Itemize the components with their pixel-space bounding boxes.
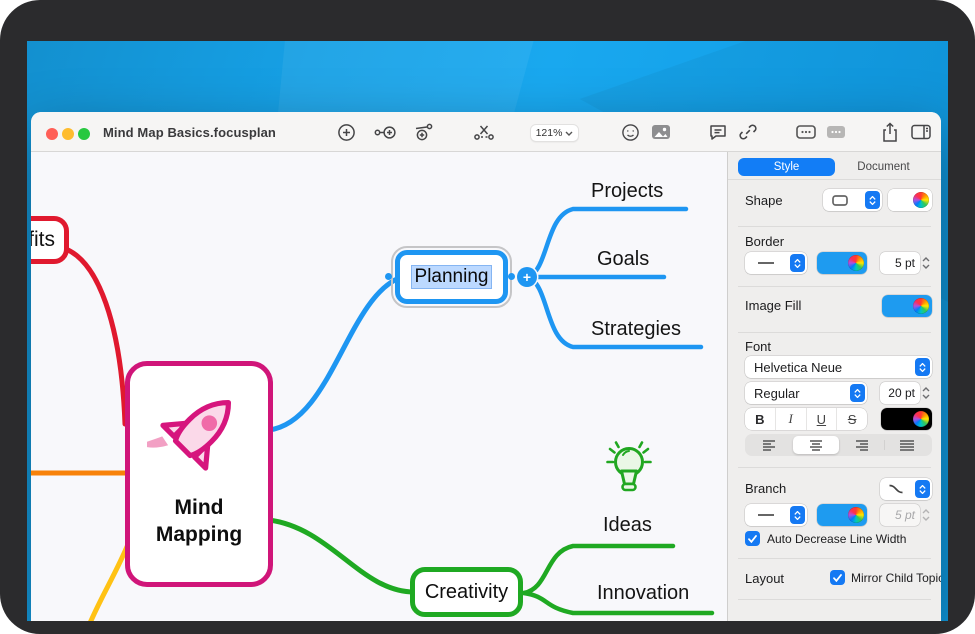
topic-node-root[interactable]: Mind Mapping	[125, 361, 273, 587]
topic-label-innovation[interactable]: Innovation	[597, 582, 689, 605]
image-fill-color-well[interactable]	[882, 295, 932, 317]
topic-label-goals[interactable]: Goals	[597, 248, 649, 271]
color-wheel-icon	[913, 411, 929, 427]
stepper-icon	[915, 480, 930, 498]
style-preset-muted-icon[interactable]	[824, 120, 848, 144]
topic-label: fits	[31, 228, 55, 252]
stepper-icon	[865, 191, 880, 209]
curve-line-icon	[888, 483, 904, 495]
color-wheel-icon	[913, 298, 929, 314]
shape-label: Shape	[745, 193, 783, 208]
detach-topic-icon[interactable]	[472, 120, 496, 144]
note-icon[interactable]	[706, 120, 730, 144]
topic-label: Creativity	[425, 581, 508, 604]
inspector-sidebar: Style Document Shape	[727, 152, 941, 621]
topic-node-benefits[interactable]: fits	[31, 216, 69, 264]
branch-curve-dropdown[interactable]	[880, 478, 932, 500]
auto-decrease-label: Auto Decrease Line Width	[767, 532, 906, 546]
color-wheel-icon	[848, 507, 864, 523]
rocket-icon	[147, 380, 251, 484]
topic-text-selected[interactable]: Planning	[412, 266, 492, 288]
zoom-level-value: 121%	[536, 127, 563, 139]
font-weight-dropdown[interactable]: Regular	[745, 382, 867, 404]
image-fill-label: Image Fill	[745, 298, 801, 313]
sticker-icon[interactable]	[618, 120, 642, 144]
shape-dropdown[interactable]	[823, 189, 882, 211]
italic-button[interactable]: I	[775, 408, 806, 430]
font-style-segmented-control: B I U S	[745, 408, 867, 430]
border-color-well[interactable]	[817, 252, 867, 274]
branch-color-well[interactable]	[817, 504, 867, 526]
auto-decrease-checkbox[interactable]	[745, 531, 760, 546]
close-window-button[interactable]	[46, 128, 58, 140]
add-subtopic-icon[interactable]	[412, 120, 436, 144]
branch-width-stepper	[921, 504, 931, 526]
branch-line-style-dropdown[interactable]	[745, 504, 807, 526]
alignment-segmented-control	[745, 434, 932, 456]
zoom-window-button[interactable]	[78, 128, 90, 140]
image-icon[interactable]	[649, 120, 673, 144]
connection-handle-left[interactable]	[385, 273, 392, 280]
layout-label: Layout	[745, 571, 784, 586]
font-color-well[interactable]	[881, 408, 932, 430]
tab-document[interactable]: Document	[835, 158, 932, 176]
topic-label-strategies[interactable]: Strategies	[591, 318, 681, 341]
selection-ring: Planning	[391, 246, 512, 308]
window-title: Mind Map Basics.focusplan	[103, 112, 276, 152]
solid-line-icon	[757, 513, 775, 517]
stepper-icon	[790, 506, 805, 524]
border-width-stepper[interactable]	[921, 252, 931, 274]
add-child-topic-icon[interactable]	[373, 120, 397, 144]
rounded-rect-shape-icon	[832, 195, 848, 206]
topic-node-planning[interactable]: Planning	[395, 250, 508, 304]
stepper-icon	[850, 384, 865, 402]
style-preset-icon[interactable]	[794, 120, 818, 144]
branch-width-field-disabled: 5 pt	[880, 504, 920, 526]
stepper-icon	[790, 254, 805, 272]
stepper-icon	[915, 358, 930, 376]
font-size-stepper[interactable]	[921, 382, 931, 404]
border-width-field[interactable]: 5 pt	[880, 252, 920, 274]
tab-style[interactable]: Style	[738, 158, 835, 176]
add-child-button[interactable]: +	[517, 267, 537, 287]
app-window: Mind Map Basics.focusplan	[31, 112, 941, 621]
minimize-window-button[interactable]	[62, 128, 74, 140]
align-left-button[interactable]	[747, 436, 793, 454]
topic-node-creativity[interactable]: Creativity	[410, 567, 523, 617]
align-center-button[interactable]	[793, 436, 839, 454]
font-family-dropdown[interactable]: Helvetica Neue	[745, 356, 932, 378]
font-size-field[interactable]: 20 pt	[880, 382, 920, 404]
mirror-child-topics-label: Mirror Child Topics	[851, 571, 941, 585]
bold-button[interactable]: B	[745, 408, 775, 430]
font-label: Font	[745, 339, 771, 354]
branch-label: Branch	[745, 481, 786, 496]
link-icon[interactable]	[736, 120, 760, 144]
toggle-inspector-icon[interactable]	[909, 120, 933, 144]
add-topic-icon[interactable]	[334, 120, 358, 144]
solid-line-icon	[757, 261, 775, 265]
color-wheel-icon	[913, 192, 929, 208]
connection-handle-right[interactable]	[508, 273, 515, 280]
border-label: Border	[745, 234, 784, 249]
lightbulb-icon[interactable]	[605, 440, 653, 507]
justify-button[interactable]	[884, 436, 930, 454]
share-icon[interactable]	[878, 120, 902, 144]
underline-button[interactable]: U	[806, 408, 837, 430]
topic-label: Mind Mapping	[144, 494, 254, 548]
chevron-down-icon	[565, 131, 573, 136]
color-wheel-icon	[848, 255, 864, 271]
topic-label-projects[interactable]: Projects	[591, 180, 663, 203]
device-frame: Mind Map Basics.focusplan	[0, 0, 975, 634]
desktop: Mind Map Basics.focusplan	[27, 41, 948, 621]
align-right-button[interactable]	[839, 436, 885, 454]
topic-label-ideas[interactable]: Ideas	[603, 514, 652, 537]
border-line-style-dropdown[interactable]	[745, 252, 807, 274]
strikethrough-button[interactable]: S	[836, 408, 867, 430]
mindmap-canvas[interactable]: fits Mind Map	[31, 152, 727, 621]
titlebar: Mind Map Basics.focusplan	[31, 112, 941, 152]
mirror-child-topics-checkbox[interactable]	[830, 570, 845, 585]
zoom-level-control[interactable]: 121%	[530, 124, 579, 142]
shape-color-well[interactable]	[888, 189, 932, 211]
